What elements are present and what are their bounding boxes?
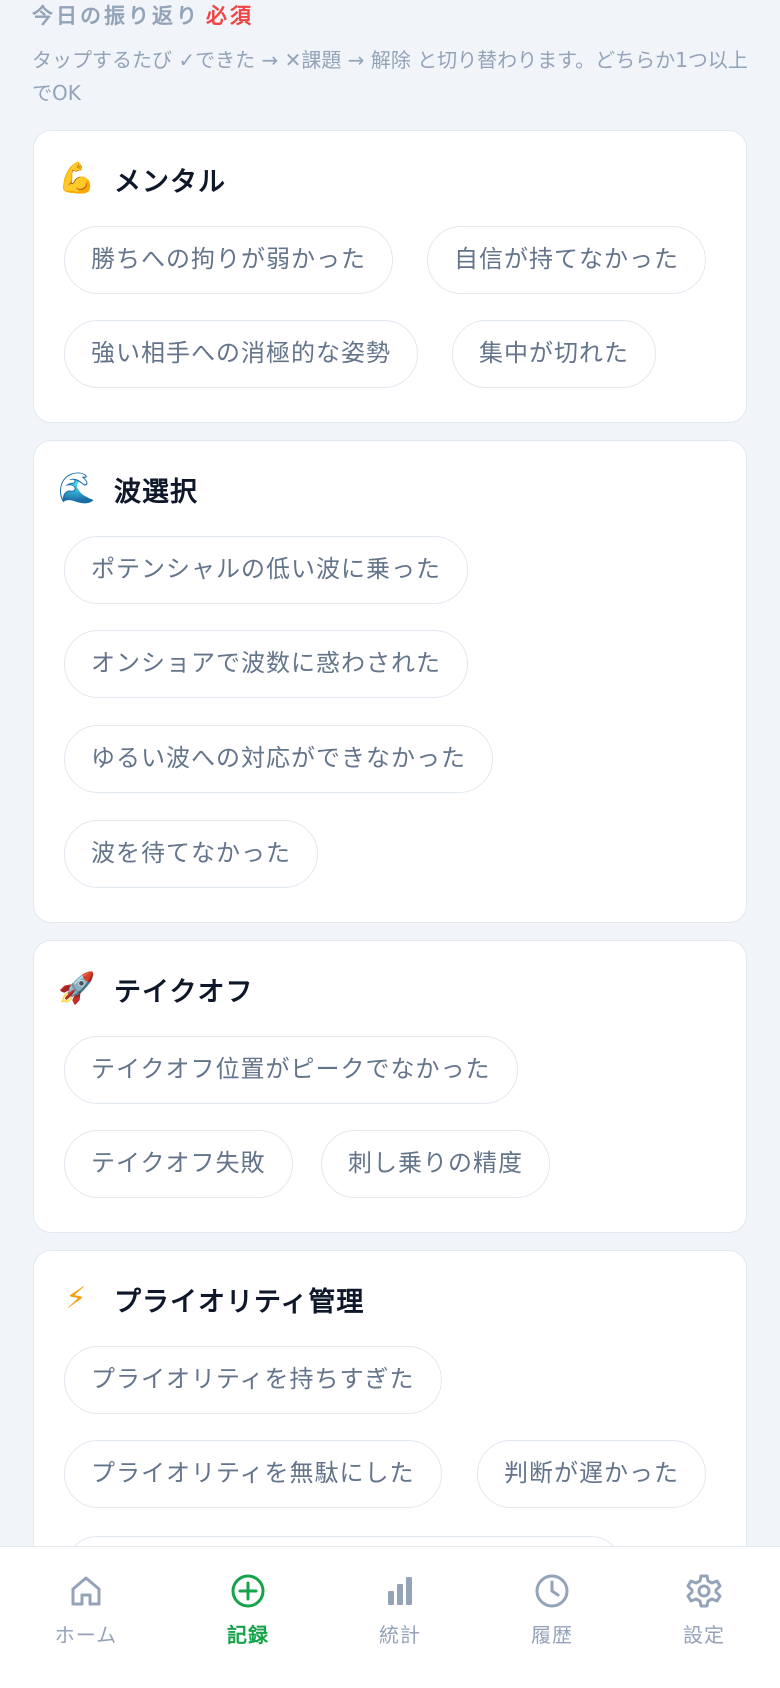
- reflection-chip[interactable]: テイクオフ位置がピークでなかった: [64, 1036, 518, 1104]
- reflection-chip[interactable]: 自信が持てなかった: [427, 226, 706, 294]
- category-header: ⚡ プライオリティ管理: [58, 1279, 364, 1319]
- category-card-priority: ⚡ プライオリティ管理 プライオリティを持ちすぎた プライオリティを無駄にした …: [33, 1250, 747, 1546]
- category-header: 🌊 波選択: [58, 469, 198, 509]
- section-title-text: 今日の振り返り: [32, 4, 200, 28]
- home-icon: [71, 1576, 101, 1606]
- reflection-chip[interactable]: ポテンシャルの低い波に乗った: [64, 536, 468, 604]
- nav-item-settings[interactable]: 設定: [644, 1571, 764, 1648]
- reflection-chip[interactable]: プライオリティを持ちすぎた: [64, 1346, 442, 1414]
- reflection-chip[interactable]: 波を待てなかった: [64, 820, 318, 888]
- category-name: プライオリティ管理: [114, 1286, 365, 1318]
- reflection-chip[interactable]: オンショアで波数に惑わされた: [64, 630, 468, 698]
- nav-label: ホーム: [54, 1623, 118, 1647]
- reflection-chip[interactable]: プライオリティを無駄にした: [64, 1440, 442, 1508]
- category-header: 🚀 テイクオフ: [58, 969, 253, 1009]
- plus-circle-icon: [231, 1574, 265, 1608]
- category-card-wave-selection: 🌊 波選択 ポテンシャルの低い波に乗った オンショアで波数に惑わされた ゆるい波…: [33, 440, 747, 923]
- rocket-icon: 🚀: [58, 971, 96, 1006]
- reflection-chip[interactable]: ゆるい波への対応ができなかった: [64, 725, 493, 793]
- nav-label: 記録: [227, 1623, 269, 1647]
- reflection-chip[interactable]: 判断が遅かった: [477, 1440, 706, 1508]
- wave-icon: 🌊: [58, 471, 96, 506]
- reflection-chip[interactable]: 刺し乗りの精度: [321, 1130, 550, 1198]
- section-title: 今日の振り返り 必須: [32, 0, 254, 30]
- nav-item-stats[interactable]: 統計: [340, 1571, 460, 1648]
- lightning-icon: ⚡: [65, 1281, 87, 1316]
- category-card-mental: 💪 メンタル 勝ちへの拘りが弱かった 自信が持てなかった 強い相手への消極的な姿…: [33, 130, 747, 423]
- gear-icon: [686, 1574, 722, 1608]
- section-description: タップするたび ✓できた → ✕課題 → 解除 と切り替わります。どちらか1つ以…: [32, 48, 748, 105]
- reflection-chip-partial[interactable]: [64, 1536, 624, 1546]
- reflection-chip[interactable]: テイクオフ失敗: [64, 1130, 293, 1198]
- category-name: 波選択: [114, 476, 198, 508]
- reflection-chip[interactable]: 強い相手への消極的な姿勢: [64, 320, 418, 388]
- nav-label: 設定: [683, 1623, 725, 1647]
- reflection-chip[interactable]: 集中が切れた: [452, 320, 656, 388]
- required-badge: 必須: [206, 4, 254, 28]
- category-name: テイクオフ: [114, 976, 254, 1008]
- nav-label: 統計: [379, 1623, 421, 1647]
- nav-item-history[interactable]: 履歴: [492, 1571, 612, 1648]
- nav-item-home[interactable]: ホーム: [26, 1571, 146, 1648]
- category-header: 💪 メンタル: [58, 159, 226, 199]
- flexed-biceps-icon: 💪: [58, 161, 96, 196]
- nav-label: 履歴: [531, 1623, 573, 1647]
- clock-icon: [535, 1574, 569, 1608]
- bottom-nav: ホーム 記録 統計 履歴 設定: [0, 1546, 780, 1688]
- app-screen: 今日の振り返り 必須 タップするたび ✓できた → ✕課題 → 解除 と切り替わり…: [0, 0, 780, 1688]
- bar-chart-icon: [388, 1577, 412, 1605]
- content-scroll[interactable]: 今日の振り返り 必須 タップするたび ✓できた → ✕課題 → 解除 と切り替わり…: [0, 0, 780, 1546]
- category-name: メンタル: [114, 166, 226, 198]
- reflection-chip[interactable]: 勝ちへの拘りが弱かった: [64, 226, 393, 294]
- nav-item-record[interactable]: 記録: [188, 1571, 308, 1648]
- category-card-takeoff: 🚀 テイクオフ テイクオフ位置がピークでなかった テイクオフ失敗 刺し乗りの精度: [33, 940, 747, 1233]
